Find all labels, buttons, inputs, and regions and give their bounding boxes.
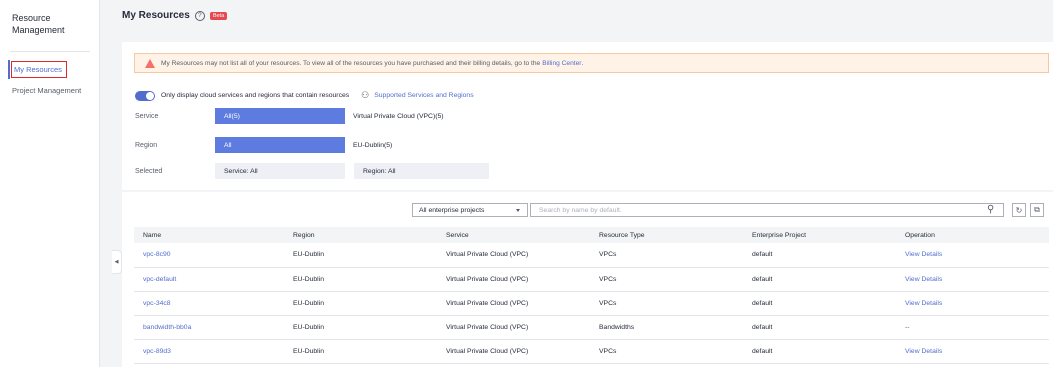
view-details-link[interactable]: View Details [896,267,1049,292]
chevron-left-icon: ◀ [114,259,119,265]
page-title: My Resources [122,10,190,21]
column-header-resource-type[interactable]: Resource Type [590,227,743,243]
toggle-label: Only display cloud services and regions … [161,92,350,99]
notice-text: My Resources may not list all of your re… [161,59,541,67]
search-input[interactable] [530,203,1004,217]
selected-filter-label: Selected [135,168,163,175]
export-button[interactable]: ⧉ [1030,203,1044,217]
refresh-icon: ↻ [1015,205,1023,215]
sidebar-item-my-resources[interactable]: My Resources [8,60,67,79]
column-header-region[interactable]: Region [284,227,437,243]
table-header-row: Name Region Service Resource Type Enterp… [134,227,1049,243]
region-chip-dublin[interactable]: EU-Dublin(5) [344,137,392,153]
region-chip-all[interactable]: All [215,137,345,153]
selected-region-tag: Region: All [354,163,489,179]
notice-period: . [581,59,584,67]
collapse-sidebar-button[interactable]: ◀ [112,250,122,274]
table-row: vpc-89d3 EU-Dublin Virtual Private Cloud… [134,339,1049,364]
resource-name-link[interactable]: vpc-89d3 [134,339,284,364]
sidebar-item-project-management[interactable]: Project Management [12,86,81,95]
table-row: vpc-34c8 EU-Dublin Virtual Private Cloud… [134,291,1049,316]
region-filter-label: Region [135,142,158,149]
table-row: bandwidth-bb0a EU-Dublin Virtual Private… [134,315,1049,340]
resource-table: Name Region Service Resource Type Enterp… [134,227,1049,364]
resource-type-cell: VPCs [590,339,743,364]
region-cell: EU-Dublin [284,291,437,316]
help-icon[interactable]: ? [194,10,205,21]
column-header-name[interactable]: Name [134,227,284,243]
service-cell: Virtual Private Cloud (VPC) [437,315,590,340]
enterprise-project-cell: default [743,291,896,316]
view-details-link[interactable]: View Details [896,243,1049,268]
resource-type-cell: VPCs [590,291,743,316]
service-chip-all[interactable]: All(5) [215,108,345,124]
sidebar-divider [10,51,90,52]
sidebar-title: Resource Management [12,13,65,35]
resource-table-panel: All enterprise projects ⚲ ↻ ⧉ Name Regio… [122,192,1053,367]
billing-center-link[interactable]: Billing Center [542,60,581,67]
service-filter-label: Service [135,113,159,120]
service-cell: Virtual Private Cloud (VPC) [437,291,590,316]
resource-name-link[interactable]: vpc-8c90 [134,243,284,268]
display-filter-toggle[interactable] [135,90,155,101]
service-cell: Virtual Private Cloud (VPC) [437,243,590,268]
beta-badge: Beta [209,11,228,20]
sidebar: Resource Management My Resources Project… [0,0,100,367]
supported-services-link[interactable]: Supported Services and Regions [374,92,473,99]
enterprise-project-cell: default [743,339,896,364]
column-header-service[interactable]: Service [437,227,590,243]
export-icon: ⧉ [1034,205,1040,214]
enterprise-project-cell: default [743,315,896,340]
resource-name-link[interactable]: vpc-default [134,267,284,292]
resource-type-cell: VPCs [590,243,743,268]
resource-name-link[interactable]: bandwidth-bb0a [134,315,284,340]
service-list-icon: ⚇ [361,90,370,100]
warning-icon [145,58,155,68]
resource-type-cell: VPCs [590,267,743,292]
refresh-button[interactable]: ↻ [1012,203,1026,217]
resource-name-link[interactable]: vpc-34c8 [134,291,284,316]
column-header-operation: Operation [896,227,1049,243]
chevron-down-icon [516,209,520,212]
service-chip-vpc[interactable]: Virtual Private Cloud (VPC)(5) [344,108,444,124]
toggle-row: Only display cloud services and regions … [135,90,474,101]
resource-type-cell: Bandwidths [590,315,743,340]
region-cell: EU-Dublin [284,243,437,268]
column-header-enterprise-project[interactable]: Enterprise Project [743,227,896,243]
view-details-link[interactable]: View Details [896,339,1049,364]
operation-unavailable: -- [896,315,1049,340]
table-row: vpc-default EU-Dublin Virtual Private Cl… [134,267,1049,292]
enterprise-project-cell: default [743,243,896,268]
view-details-link[interactable]: View Details [896,291,1049,316]
enterprise-project-value: All enterprise projects [419,206,485,214]
notice-banner: My Resources may not list all of your re… [134,53,1049,73]
region-cell: EU-Dublin [284,339,437,364]
service-cell: Virtual Private Cloud (VPC) [437,267,590,292]
page-header: My Resources ? Beta [122,10,228,21]
enterprise-project-select[interactable]: All enterprise projects [412,203,528,217]
region-cell: EU-Dublin [284,267,437,292]
selected-service-tag: Service: All [215,163,345,179]
enterprise-project-cell: default [743,267,896,292]
service-cell: Virtual Private Cloud (VPC) [437,339,590,364]
region-cell: EU-Dublin [284,315,437,340]
table-row: vpc-8c90 EU-Dublin Virtual Private Cloud… [134,243,1049,268]
search-icon[interactable]: ⚲ [987,204,994,215]
